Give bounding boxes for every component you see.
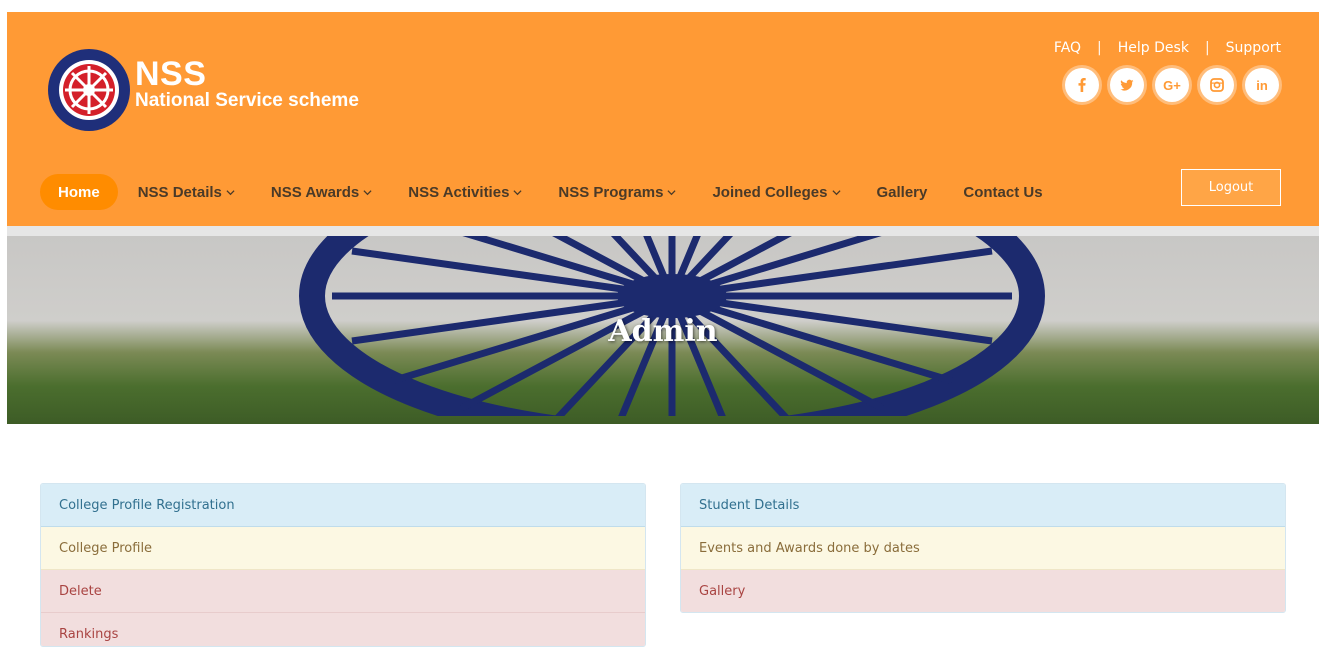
twitter-icon[interactable] <box>1110 68 1144 102</box>
nav-item-nss-activities[interactable]: NSS Activities <box>408 174 522 210</box>
nav-item-label: NSS Activities <box>408 183 510 201</box>
list-item-college-profile-registration[interactable]: College Profile Registration <box>41 484 645 527</box>
chevron-down-icon <box>513 189 522 195</box>
left-admin-menu: College Profile Registration College Pro… <box>40 483 646 647</box>
page-title: Admin <box>608 314 718 349</box>
nav-item-nss-details[interactable]: NSS Details <box>138 174 235 210</box>
right-admin-menu: Student Details Events and Awards done b… <box>680 483 1286 613</box>
top-link-separator: | <box>1097 40 1102 56</box>
instagram-icon[interactable] <box>1200 68 1234 102</box>
nav-item-gallery[interactable]: Gallery <box>877 174 928 210</box>
list-item-rankings[interactable]: Rankings <box>41 613 645 646</box>
top-link-separator: | <box>1204 40 1210 56</box>
nav-item-home[interactable]: Home <box>40 174 118 210</box>
nss-logo-icon[interactable] <box>47 48 131 132</box>
top-links: FAQ | Help Desk | Support <box>1054 40 1281 56</box>
nav-item-label: Joined Colleges <box>712 183 828 201</box>
list-item-events-awards[interactable]: Events and Awards done by dates <box>681 527 1285 570</box>
chevron-down-icon <box>226 189 235 195</box>
brand-subtitle: National Service scheme <box>135 90 359 111</box>
nav-item-joined-colleges[interactable]: Joined Colleges <box>712 174 841 210</box>
faq-link[interactable]: FAQ <box>1054 40 1081 56</box>
nav-item-label: NSS Awards <box>270 183 360 201</box>
facebook-glyph <box>1078 78 1086 92</box>
site-header: NSS National Service scheme FAQ | Help D… <box>7 12 1319 226</box>
logout-button[interactable]: Logout <box>1181 169 1281 206</box>
chevron-down-icon <box>831 189 841 195</box>
brand-title: NSS <box>135 55 207 93</box>
nav-item-nss-programs[interactable]: NSS Programs <box>558 174 677 210</box>
help-desk-link[interactable]: Help Desk <box>1118 40 1189 56</box>
support-link[interactable]: Support <box>1226 40 1281 56</box>
social-links: G+ in <box>1065 68 1279 102</box>
list-item-gallery[interactable]: Gallery <box>681 570 1285 612</box>
chevron-down-icon <box>667 189 677 195</box>
chevron-down-icon <box>363 189 372 195</box>
google-plus-icon[interactable]: G+ <box>1155 68 1189 102</box>
facebook-icon[interactable] <box>1065 68 1099 102</box>
list-item-college-profile[interactable]: College Profile <box>41 527 645 570</box>
linkedin-icon[interactable]: in <box>1245 68 1279 102</box>
nav-item-nss-awards[interactable]: NSS Awards <box>271 174 372 210</box>
twitter-glyph <box>1120 79 1134 91</box>
header-divider <box>7 226 1319 236</box>
list-item-delete[interactable]: Delete <box>41 570 645 613</box>
nav-item-label: NSS Programs <box>558 183 664 201</box>
list-item-student-details[interactable]: Student Details <box>681 484 1285 527</box>
main-nav: Home NSS Details NSS Awards NSS Activiti… <box>40 174 1079 210</box>
hero-banner: Admin <box>7 236 1319 424</box>
nav-item-contact-us[interactable]: Contact Us <box>963 174 1042 210</box>
nav-item-label: NSS Details <box>137 183 222 201</box>
instagram-glyph <box>1210 78 1224 92</box>
